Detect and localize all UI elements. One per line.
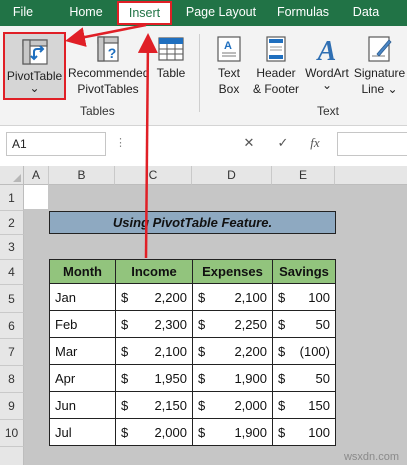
table-row: Jul $2,000 $1,900 $100 [49,418,336,446]
column-header-f[interactable] [335,166,407,185]
month-cell[interactable]: Jan [49,283,116,311]
row-header-5[interactable]: 5 [0,285,24,313]
pivottable-label: PivotTable ⌄ [3,68,66,95]
row-header-2[interactable]: 2 [0,211,24,235]
expenses-cell[interactable]: $1,900 [192,418,273,446]
savings-cell[interactable]: $100 [272,418,336,446]
tab-home[interactable]: Home [62,0,110,26]
row-header-10[interactable]: 10 [0,420,24,447]
income-cell[interactable]: $2,150 [115,391,193,419]
row-header-3[interactable]: 3 [0,235,24,260]
column-header-b[interactable]: B [49,166,115,185]
income-cell[interactable]: $2,300 [115,310,193,338]
row-header-11[interactable] [0,447,24,465]
recommended-pivottables-icon: ? [97,36,119,62]
formula-bar-grip[interactable]: ⋮ [115,136,126,149]
wordart-icon: A [316,36,337,64]
tab-page-layout[interactable]: Page Layout [180,0,262,26]
cell-a1-active[interactable] [24,185,48,209]
sheet-title[interactable]: Using PivotTable Feature. [49,211,336,234]
month-cell[interactable]: Feb [49,310,116,338]
column-header-c[interactable]: C [115,166,192,185]
month-cell[interactable]: Apr [49,364,116,392]
row-header-8[interactable]: 8 [0,366,24,393]
name-box[interactable]: A1 [6,132,106,156]
ribbon-insert: PivotTable ⌄ ? Recommended PivotTables T… [0,26,407,126]
income-cell[interactable]: $2,100 [115,337,193,365]
text-group-label: Text [317,104,340,118]
watermark-text: wsxdn.com [343,451,399,463]
column-header-d[interactable]: D [192,166,272,185]
enter-icon[interactable]: ✓ [272,132,294,156]
signature-line-icon [367,36,392,62]
table-icon [158,37,184,61]
row-header-4[interactable]: 4 [0,260,24,285]
expenses-cell[interactable]: $2,100 [192,283,273,311]
tab-insert[interactable]: Insert [117,1,172,25]
formula-input[interactable] [337,132,407,156]
income-cell[interactable]: $2,000 [115,418,193,446]
expenses-cell[interactable]: $2,200 [192,337,273,365]
savings-cell[interactable]: $100 [272,283,336,311]
pivottable-dropdown-icon: ⌄ [29,81,40,95]
header-income[interactable]: Income [115,259,193,284]
expenses-cell[interactable]: $2,000 [192,391,273,419]
svg-text:?: ? [108,45,117,61]
text-box-icon: A [217,36,241,62]
cancel-icon[interactable]: ✕ [238,132,260,156]
savings-cell[interactable]: $150 [272,391,336,419]
table-header-row: Month Income Expenses Savings [49,259,336,284]
expenses-cell[interactable]: $2,250 [192,310,273,338]
data-table: Month Income Expenses Savings Jan $2,200… [49,259,336,446]
signature-line-button[interactable]: Signature Line ⌄ [352,34,407,97]
income-cell[interactable]: $1,950 [115,364,193,392]
savings-cell[interactable]: $50 [272,364,336,392]
tab-file[interactable]: File [6,0,40,26]
tab-formulas[interactable]: Formulas [270,0,336,26]
tables-group-label: Tables [80,104,115,118]
select-all-corner[interactable] [0,166,24,185]
group-separator [199,34,200,112]
header-footer-icon [266,36,286,62]
table-row: Jan $2,200 $2,100 $100 [49,283,336,311]
table-row: Apr $1,950 $1,900 $50 [49,364,336,392]
savings-cell[interactable]: $ (100) [272,337,336,365]
tab-data[interactable]: Data [346,0,386,26]
pivottable-button[interactable]: PivotTable ⌄ [3,32,66,100]
month-cell[interactable]: Jul [49,418,116,446]
text-box-button[interactable]: A Text Box [210,34,248,97]
header-expenses[interactable]: Expenses [192,259,273,284]
row-header-1[interactable]: 1 [0,185,24,211]
row-header-9[interactable]: 9 [0,393,24,420]
svg-text:A: A [316,36,337,64]
row-header-7[interactable]: 7 [0,339,24,366]
expenses-cell[interactable]: $1,900 [192,364,273,392]
header-savings[interactable]: Savings [272,259,336,284]
insert-function-icon[interactable]: fx [304,132,326,156]
wordart-button[interactable]: A WordArt ⌄ [302,34,352,92]
header-month[interactable]: Month [49,259,116,284]
income-cell[interactable]: $2,200 [115,283,193,311]
wordart-dropdown-icon: ⌄ [321,78,333,92]
table-row: Mar $2,100 $2,200 $ (100) [49,337,336,365]
table-button[interactable]: Table [152,34,190,81]
header-footer-button[interactable]: Header & Footer [250,34,302,97]
pivottable-icon [21,39,48,65]
month-cell[interactable]: Mar [49,337,116,365]
formula-bar: A1 ⋮ ✕ ✓ fx [0,126,407,166]
svg-text:A: A [224,40,232,52]
table-row: Jun $2,150 $2,000 $150 [49,391,336,419]
recommended-pivottables-button[interactable]: ? Recommended PivotTables [68,34,149,97]
column-header-e[interactable]: E [272,166,335,185]
signature-dropdown-icon: ⌄ [387,82,398,96]
month-cell[interactable]: Jun [49,391,116,419]
table-row: Feb $2,300 $2,250 $50 [49,310,336,338]
row-header-6[interactable]: 6 [0,313,24,339]
column-header-a[interactable]: A [24,166,49,185]
ribbon-tab-bar: File Home Insert Page Layout Formulas Da… [0,0,407,26]
savings-cell[interactable]: $50 [272,310,336,338]
